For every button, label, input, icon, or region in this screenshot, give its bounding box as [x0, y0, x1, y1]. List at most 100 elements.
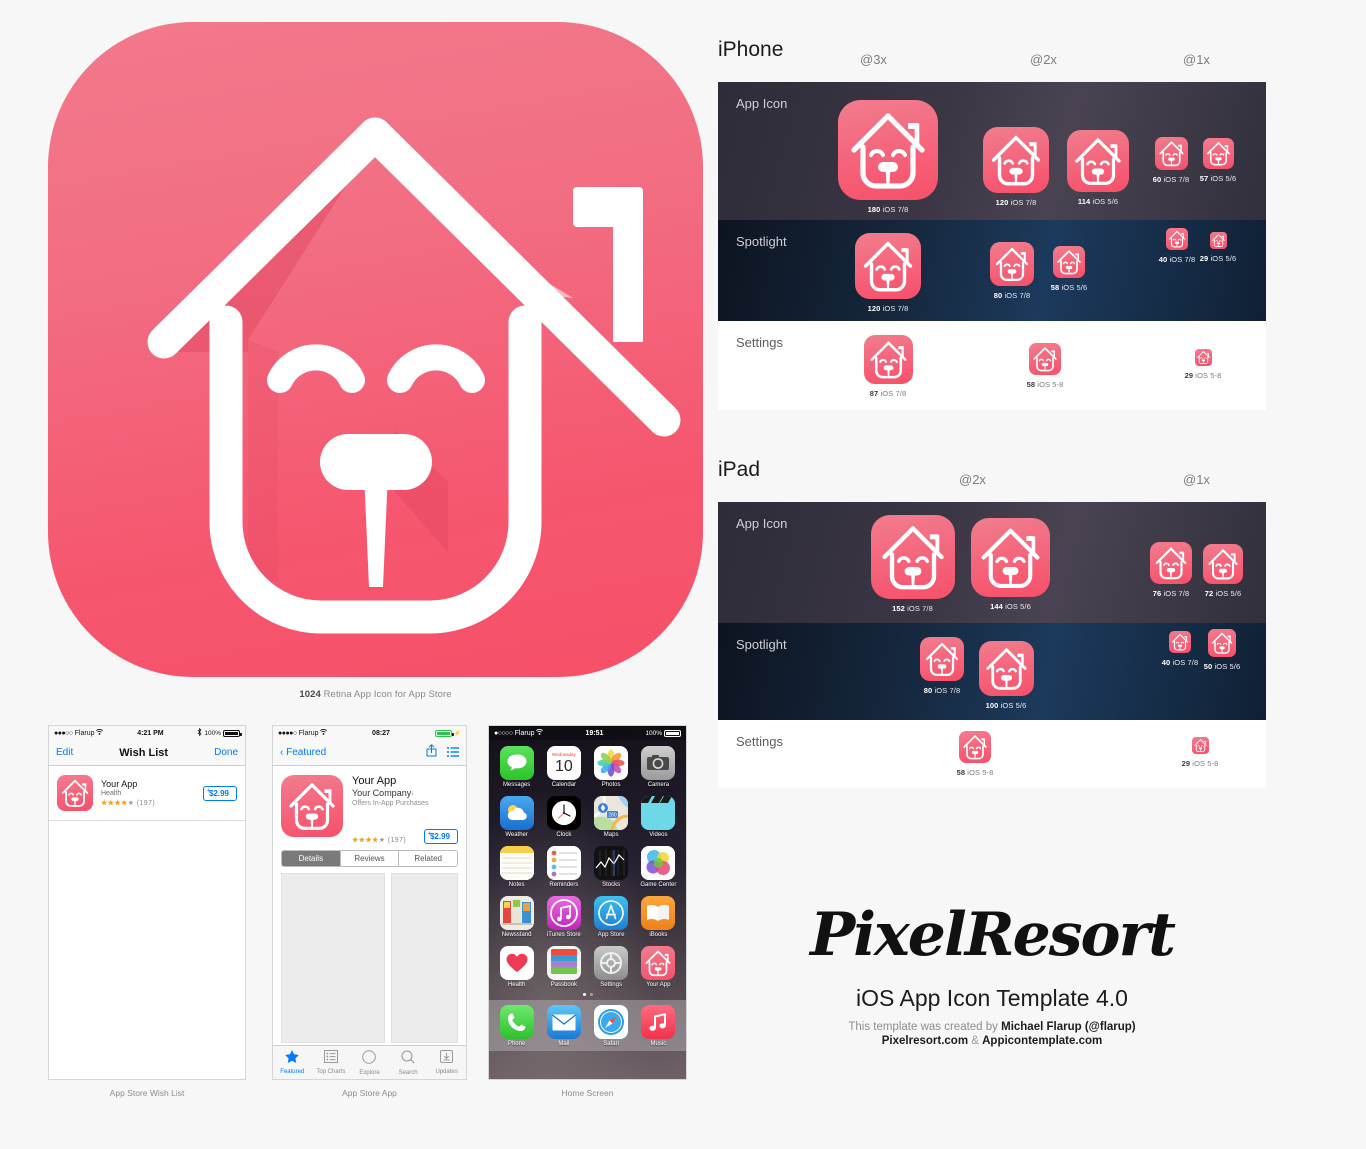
back-button[interactable]: ‹ Featured [280, 747, 326, 758]
reminders-icon [546, 846, 581, 880]
homescreen-app-ibooks[interactable]: iBooks [635, 896, 682, 938]
iphone-settings-band: Settings 87 iOS 7/8 58 iOS 5-8 29 iOS 5-… [718, 321, 1266, 410]
appicontemplate-link[interactable]: Appicontemplate.com [982, 1035, 1102, 1047]
house-app-icon-57 [1202, 138, 1234, 169]
bluetooth-icon [197, 727, 202, 738]
page-dots[interactable] [489, 993, 686, 996]
star-icon [285, 1050, 300, 1068]
homescreen-app-settings[interactable]: Settings [588, 946, 635, 988]
carrier-label: Flarup [298, 729, 319, 737]
price-button[interactable]: + $2.99 [202, 785, 237, 801]
homescreen-app-app-store[interactable]: App Store [588, 896, 635, 938]
homescreen-app-passbook[interactable]: Passbook [540, 946, 587, 988]
list-icon[interactable] [447, 744, 459, 762]
homescreen-app-health[interactable]: Health [493, 946, 540, 988]
homescreen-dock: Phone Mail Safari Music [489, 1000, 686, 1051]
wishlist-row[interactable]: Your App Health ★★★★★ (197) + $2.99 [49, 766, 245, 821]
compass-icon [362, 1049, 377, 1069]
camera-icon [641, 746, 676, 780]
homescreen-app-photos[interactable]: Photos [588, 746, 635, 788]
homescreen-app-weather[interactable]: Weather [493, 796, 540, 838]
house-app-icon-120 [983, 127, 1049, 193]
ipad-settings-band: Settings 58 iOS 5-8 29 iOS 5-8 [718, 720, 1266, 788]
homescreen-app-game-center[interactable]: Game Center [635, 846, 682, 888]
branding-block: PixelResort iOS App Icon Template 4.0 Th… [718, 905, 1266, 1047]
house-app-icon-29 [1194, 349, 1212, 366]
ipad-settings-slot-58: 58 iOS 5-8 [940, 731, 1010, 777]
edit-button[interactable]: Edit [56, 747, 73, 758]
segment-related[interactable]: Related [398, 851, 457, 866]
house-app-icon-40 [1166, 228, 1188, 250]
price-button[interactable]: + $2.99 [423, 829, 458, 844]
iphone-spotlight-slot-120: 120 iOS 7/8 [845, 233, 931, 313]
wishlist-screen: ●●●○○ Flarup 4:21 PM 100% Edit Wish List… [48, 725, 246, 1080]
tab-explore[interactable]: Explore [350, 1046, 389, 1079]
battery-pct: 100% [645, 729, 662, 737]
appstore-statusbar: ●●●●○ Flarup 08:27 ⚡ [273, 726, 466, 740]
segment-reviews[interactable]: Reviews [339, 851, 399, 866]
homescreen-app-videos[interactable]: Videos [635, 796, 682, 838]
pixelresort-logo: PixelResort [810, 900, 1176, 970]
iphone-appicon-band: App Icon 180 iOS 7/8 120 iOS 7/8 114 iOS… [718, 82, 1266, 220]
ipad-appicon-slot-144: 144 iOS 5/6 [958, 518, 1063, 611]
dock-app-phone[interactable]: Phone [493, 1005, 540, 1047]
homescreen-app-your-app[interactable]: Your App [635, 946, 682, 988]
weather-icon [499, 796, 534, 830]
ipad-spotlight-label: Spotlight [736, 637, 787, 652]
iphone-appicon-label: App Icon [736, 96, 788, 111]
segment-details[interactable]: Details [282, 851, 340, 866]
tab-updates[interactable]: Updates [427, 1046, 466, 1079]
tab-top-charts[interactable]: Top Charts [312, 1046, 351, 1079]
homescreen-app-itunes-store[interactable]: iTunes Store [540, 896, 587, 938]
share-icon[interactable] [426, 743, 437, 762]
dock-app-music[interactable]: Music [635, 1005, 682, 1047]
pixelresort-link[interactable]: Pixelresort.com [882, 1035, 968, 1047]
iphone-spotlight-band: Spotlight 120 iOS 7/8 80 iOS 7/8 58 iOS … [718, 220, 1266, 321]
iphone-scale-3x: @3x [860, 52, 887, 67]
appstore-tabbar: Featured Top Charts Explore Search Updat… [273, 1045, 466, 1079]
screenshot-1[interactable] [281, 873, 386, 1043]
house-app-icon-87 [863, 335, 913, 384]
homescreen-app-maps[interactable]: 280 Maps [588, 796, 635, 838]
passbook-icon [546, 946, 581, 980]
appstore-rating-row: ★★★★★ (197) + $2.99 [352, 829, 458, 844]
appstore-mockup: ●●●●○ Flarup 08:27 ⚡ ‹ Featured Your App… [272, 725, 467, 1098]
ipad-appicon-slot-152: 152 iOS 7/8 [860, 515, 965, 613]
iphone-spotlight-slot-58: 58 iOS 5/6 [1033, 246, 1105, 292]
ipad-spotlight-band: Spotlight 80 iOS 7/8 100 iOS 5/6 40 iOS … [718, 623, 1266, 720]
battery-pct: 100% [204, 729, 221, 737]
house-app-icon-60 [1154, 137, 1188, 170]
wifi-icon [320, 728, 328, 737]
health-icon [499, 946, 534, 980]
appstore-navbar: ‹ Featured [273, 740, 466, 766]
rating-stars: ★★★★★ (197) [101, 800, 156, 807]
homescreen-app-notes[interactable]: Notes [493, 846, 540, 888]
done-button[interactable]: Done [214, 747, 238, 758]
appstore-segmented-control[interactable]: Details Reviews Related [281, 850, 458, 867]
homescreen-app-reminders[interactable]: Reminders [540, 846, 587, 888]
ipad-panel: iPad @2x @1x App Icon 152 iOS 7/8 144 iO… [718, 458, 1266, 788]
homescreen-app-calendar[interactable]: Wednesday 10 Calendar [540, 746, 587, 788]
iphone-spotlight-label: Spotlight [736, 234, 787, 249]
dock-app-safari[interactable]: Safari [588, 1005, 635, 1047]
mail-icon [546, 1005, 581, 1039]
appstore-company[interactable]: Your Company› [352, 788, 458, 798]
battery-icon [434, 729, 454, 737]
tab-featured[interactable]: Featured [273, 1046, 312, 1079]
house-app-icon-40 [1169, 631, 1191, 653]
homescreen-app-stocks[interactable]: Stocks [588, 846, 635, 888]
homescreen-app-newsstand[interactable]: Newsstand [493, 896, 540, 938]
house-app-icon-58 [1029, 343, 1061, 375]
appstore-app-header: Your App Your Company› Offers In-App Pur… [273, 766, 466, 850]
house-app-icon-180 [838, 100, 938, 200]
screenshot-2[interactable] [391, 873, 458, 1043]
dock-app-mail[interactable]: Mail [540, 1005, 587, 1047]
homescreen-app-clock[interactable]: Clock [540, 796, 587, 838]
ipad-appicon-slot-72: 72 iOS 5/6 [1192, 544, 1254, 598]
signal-dots-icon: ●○○○○ [494, 729, 513, 737]
homescreen-app-camera[interactable]: Camera [635, 746, 682, 788]
iphone-settings-slot-29: 29 iOS 5-8 [1173, 348, 1233, 380]
iphone-appicon-slot-57: 57 iOS 5/6 [1191, 138, 1245, 183]
homescreen-app-messages[interactable]: Messages [493, 746, 540, 788]
tab-search[interactable]: Search [389, 1046, 428, 1079]
